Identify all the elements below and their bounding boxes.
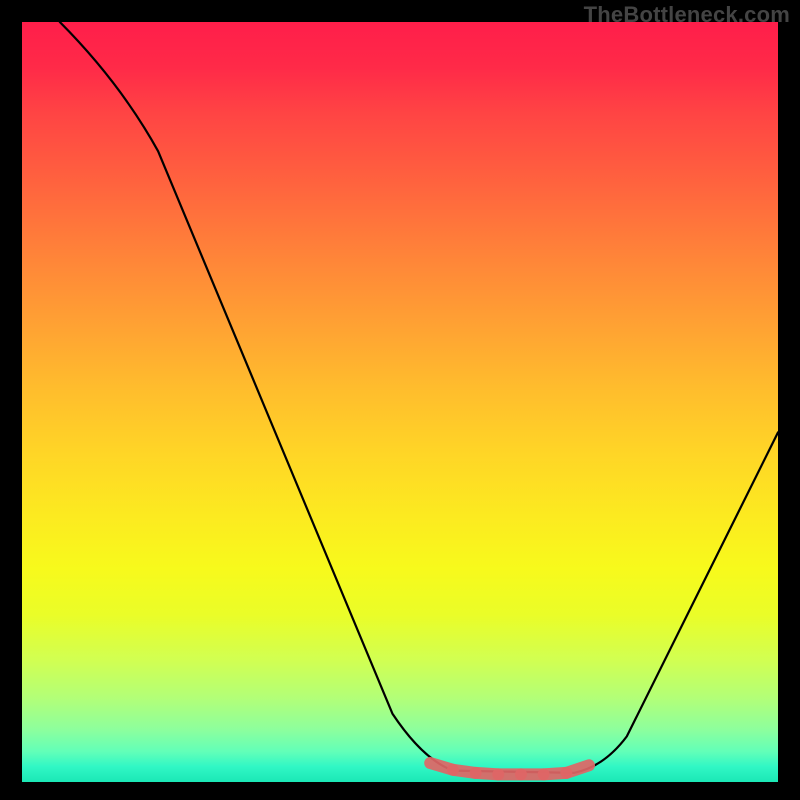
curve-layer: [22, 22, 778, 782]
chart-frame: TheBottleneck.com: [0, 0, 800, 800]
bottleneck-curve: [60, 22, 778, 773]
plot-area: [22, 22, 778, 782]
highlight-markers: [430, 763, 589, 776]
